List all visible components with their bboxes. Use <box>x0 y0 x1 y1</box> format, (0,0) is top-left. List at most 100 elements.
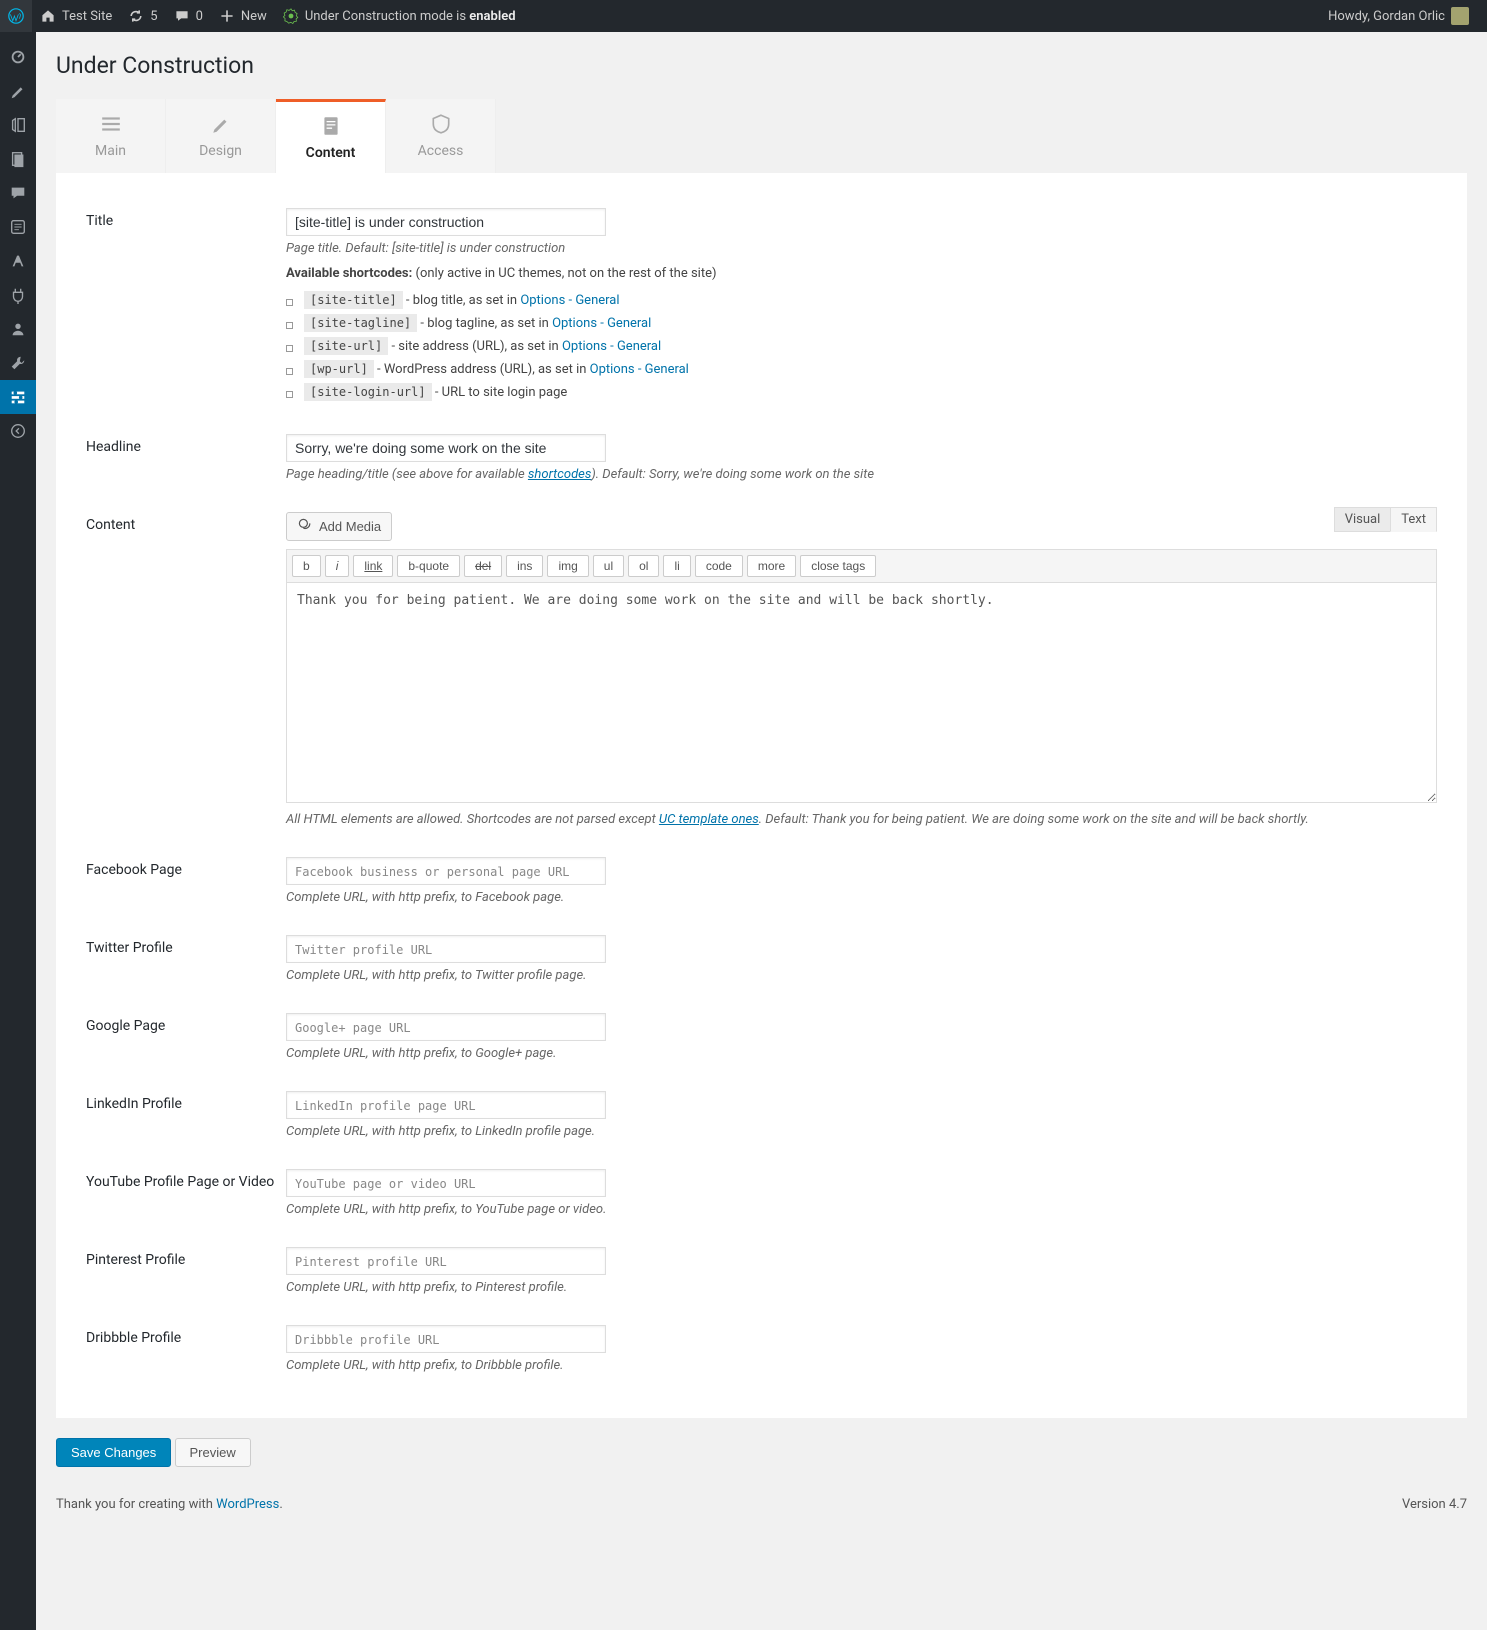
shortcode-code: [wp-url] <box>304 360 374 378</box>
site-home[interactable]: Test Site <box>32 0 120 32</box>
qt-b[interactable]: b <box>292 555 321 577</box>
brush-icon <box>210 113 232 135</box>
social-label: Pinterest Profile <box>86 1252 185 1268</box>
new-content[interactable]: New <box>211 0 275 32</box>
my-account[interactable]: Howdy, Gordan Orlic <box>1320 0 1477 32</box>
menu-dashboard[interactable] <box>0 40 36 74</box>
menu-appearance[interactable] <box>0 244 36 278</box>
qt-li[interactable]: li <box>663 555 690 577</box>
social-input[interactable] <box>286 935 606 963</box>
shortcode-item: [site-url] - site address (URL), as set … <box>286 335 1437 358</box>
social-desc: Complete URL, with http prefix, to Googl… <box>286 1046 1437 1061</box>
menu-users[interactable] <box>0 312 36 346</box>
shortcode-item: [site-title] - blog title, as set in Opt… <box>286 289 1437 312</box>
qt-i[interactable]: i <box>325 555 350 577</box>
menu-comments[interactable] <box>0 176 36 210</box>
uc-status[interactable]: Under Construction mode is enabled <box>275 0 524 32</box>
social-label: Facebook Page <box>86 862 182 878</box>
footer: Thank you for creating with WordPress. V… <box>56 1497 1467 1512</box>
menu-posts[interactable] <box>0 74 36 108</box>
qt-del[interactable]: del <box>464 555 502 577</box>
qt-b-quote[interactable]: b-quote <box>397 555 460 577</box>
editor-mode-visual[interactable]: Visual <box>1334 507 1392 532</box>
wordpress-link[interactable]: WordPress <box>216 1497 279 1512</box>
social-label: Google Page <box>86 1018 165 1034</box>
social-label: Twitter Profile <box>86 940 173 956</box>
shortcode-code: [site-tagline] <box>304 314 417 332</box>
new-label: New <box>241 9 267 24</box>
qt-link[interactable]: link <box>353 555 393 577</box>
social-desc: Complete URL, with http prefix, to Faceb… <box>286 890 1437 905</box>
options-general-link[interactable]: Options - General <box>520 293 619 308</box>
qt-more[interactable]: more <box>747 555 796 577</box>
wp-logo[interactable] <box>0 0 32 32</box>
qt-ol[interactable]: ol <box>628 555 659 577</box>
document-icon <box>320 115 342 137</box>
content-textarea[interactable] <box>286 583 1437 803</box>
menu-plugins[interactable] <box>0 278 36 312</box>
shortcode-item: [site-login-url] - URL to site login pag… <box>286 381 1437 404</box>
shortcodes-link[interactable]: shortcodes <box>528 467 591 482</box>
content-panel: Title Page title. Default: [site-title] … <box>56 173 1467 1418</box>
admin-bar: Test Site 5 0 New Under Constructio <box>0 0 1487 32</box>
qt-img[interactable]: img <box>547 555 588 577</box>
headline-desc: Page heading/title (see above for availa… <box>286 467 1437 482</box>
settings-tabs: Main Design Content Access <box>56 99 1467 173</box>
tab-main[interactable]: Main <box>56 99 166 173</box>
social-label: Dribbble Profile <box>86 1330 181 1346</box>
menu-collapse[interactable] <box>0 414 36 448</box>
shortcode-code: [site-title] <box>304 291 403 309</box>
version-label: Version 4.7 <box>1402 1497 1467 1512</box>
sliders-icon <box>100 113 122 135</box>
menu-tools[interactable] <box>0 346 36 380</box>
social-desc: Complete URL, with http prefix, to Dribb… <box>286 1358 1437 1373</box>
shortcode-code: [site-url] <box>304 337 388 355</box>
social-input[interactable] <box>286 1013 606 1041</box>
page-title: Under Construction <box>56 52 1467 79</box>
social-input[interactable] <box>286 1169 606 1197</box>
editor-toolbar: bilinkb-quotedelinsimgulollicodemoreclos… <box>286 549 1437 583</box>
howdy: Howdy, Gordan Orlic <box>1328 9 1445 24</box>
social-desc: Complete URL, with http prefix, to YouTu… <box>286 1202 1437 1217</box>
options-general-link[interactable]: Options - General <box>552 316 651 331</box>
updates-count: 5 <box>150 9 157 24</box>
tab-content[interactable]: Content <box>276 99 386 173</box>
options-general-link[interactable]: Options - General <box>562 339 661 354</box>
comments-link[interactable]: 0 <box>166 0 211 32</box>
qt-code[interactable]: code <box>695 555 743 577</box>
updates-link[interactable]: 5 <box>120 0 165 32</box>
menu-pages[interactable] <box>0 142 36 176</box>
editor-mode-text[interactable]: Text <box>1390 507 1437 532</box>
tab-design[interactable]: Design <box>166 99 276 173</box>
menu-media[interactable] <box>0 108 36 142</box>
wordpress-icon <box>8 8 24 24</box>
social-input[interactable] <box>286 1247 606 1275</box>
headline-input[interactable] <box>286 434 606 462</box>
title-label: Title <box>86 213 113 229</box>
social-label: YouTube Profile Page or Video <box>86 1174 274 1190</box>
preview-button[interactable]: Preview <box>175 1438 251 1467</box>
add-media-button[interactable]: Add Media <box>286 512 392 541</box>
social-input[interactable] <box>286 1325 606 1353</box>
social-input[interactable] <box>286 857 606 885</box>
qt-close-tags[interactable]: close tags <box>800 555 876 577</box>
social-input[interactable] <box>286 1091 606 1119</box>
shortcode-code: [site-login-url] <box>304 383 432 401</box>
menu-settings[interactable] <box>0 380 36 414</box>
qt-ins[interactable]: ins <box>506 555 543 577</box>
save-button[interactable]: Save Changes <box>56 1438 171 1467</box>
shortcode-item: [site-tagline] - blog tagline, as set in… <box>286 312 1437 335</box>
qt-ul[interactable]: ul <box>593 555 624 577</box>
content-desc: All HTML elements are allowed. Shortcode… <box>286 812 1437 827</box>
headline-label: Headline <box>86 439 141 455</box>
comments-icon <box>174 8 190 24</box>
shield-icon <box>430 113 452 135</box>
avatar-icon <box>1451 7 1469 25</box>
shortcodes-heading: Available shortcodes: (only active in UC… <box>286 266 1437 281</box>
updates-icon <box>128 8 144 24</box>
menu-forms[interactable] <box>0 210 36 244</box>
tab-access[interactable]: Access <box>386 99 496 173</box>
title-input[interactable] <box>286 208 606 236</box>
uc-template-link[interactable]: UC template ones <box>659 812 759 827</box>
options-general-link[interactable]: Options - General <box>590 362 689 377</box>
